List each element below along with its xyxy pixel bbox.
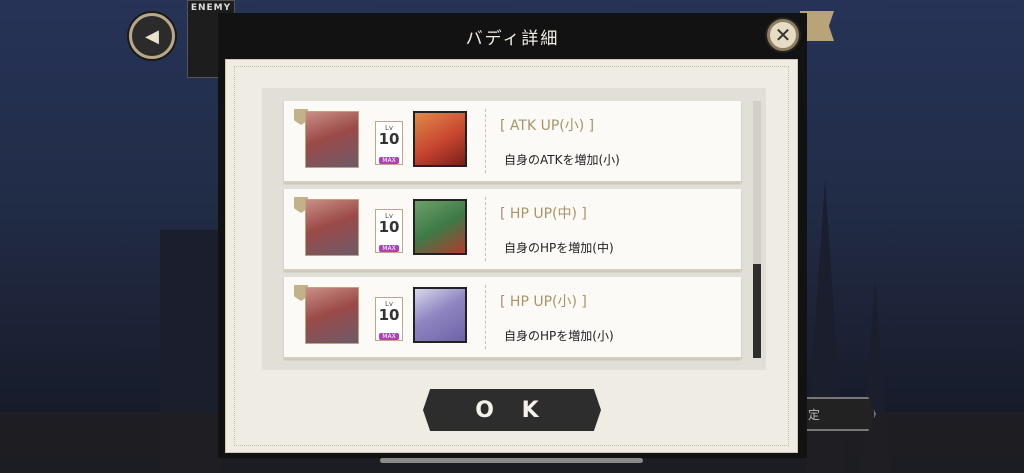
level-value: 10	[378, 130, 400, 148]
close-button[interactable]: ✕	[767, 19, 799, 51]
buddy-row: Lv 10 MAX [ HP UP(中) ] 自身のHPを増加(中)	[284, 189, 741, 271]
buddy-portrait	[413, 199, 467, 255]
max-badge: MAX	[379, 245, 399, 252]
skill-description: 自身のHPを増加(中)	[504, 241, 614, 255]
background-action-label: 定	[808, 407, 821, 422]
skill-title: [ HP UP(小) ]	[500, 294, 587, 310]
back-button[interactable]: ◀	[129, 13, 175, 59]
skill-title: [ HP UP(中) ]	[500, 206, 587, 222]
home-indicator[interactable]	[380, 458, 643, 463]
buddy-portrait	[413, 111, 467, 167]
level-value: 10	[378, 306, 400, 324]
enemy-label: ENEMY	[190, 3, 232, 13]
scrollbar-thumb[interactable]	[753, 264, 761, 358]
ok-button[interactable]: O K	[423, 389, 601, 431]
max-badge: MAX	[379, 333, 399, 340]
chevron-left-icon: ◀	[145, 25, 159, 47]
main-character-portrait	[305, 111, 359, 168]
level-value: 10	[378, 218, 400, 236]
level-box: Lv 10 MAX	[375, 209, 403, 253]
modal-title: バディ詳細	[465, 28, 560, 49]
buddy-row: Lv 10 MAX [ HP UP(小) ] 自身のHPを増加(小)	[284, 277, 741, 359]
skill-description: 自身のHPを増加(小)	[504, 329, 614, 343]
background-action-button[interactable]: 定	[800, 397, 876, 431]
modal-header: バディ詳細	[218, 13, 807, 59]
buddy-portrait	[413, 287, 467, 343]
main-character-portrait	[305, 287, 359, 344]
skill-title: [ ATK UP(小) ]	[500, 118, 595, 134]
level-box: Lv 10 MAX	[375, 297, 403, 341]
close-icon: ✕	[774, 23, 792, 47]
main-character-portrait	[305, 199, 359, 256]
max-badge: MAX	[379, 157, 399, 164]
buddy-row: Lv 10 MAX [ ATK UP(小) ] 自身のATKを増加(小)	[284, 101, 741, 183]
skill-description: 自身のATKを増加(小)	[504, 153, 620, 167]
ok-label: O K	[475, 397, 549, 423]
level-box: Lv 10 MAX	[375, 121, 403, 165]
